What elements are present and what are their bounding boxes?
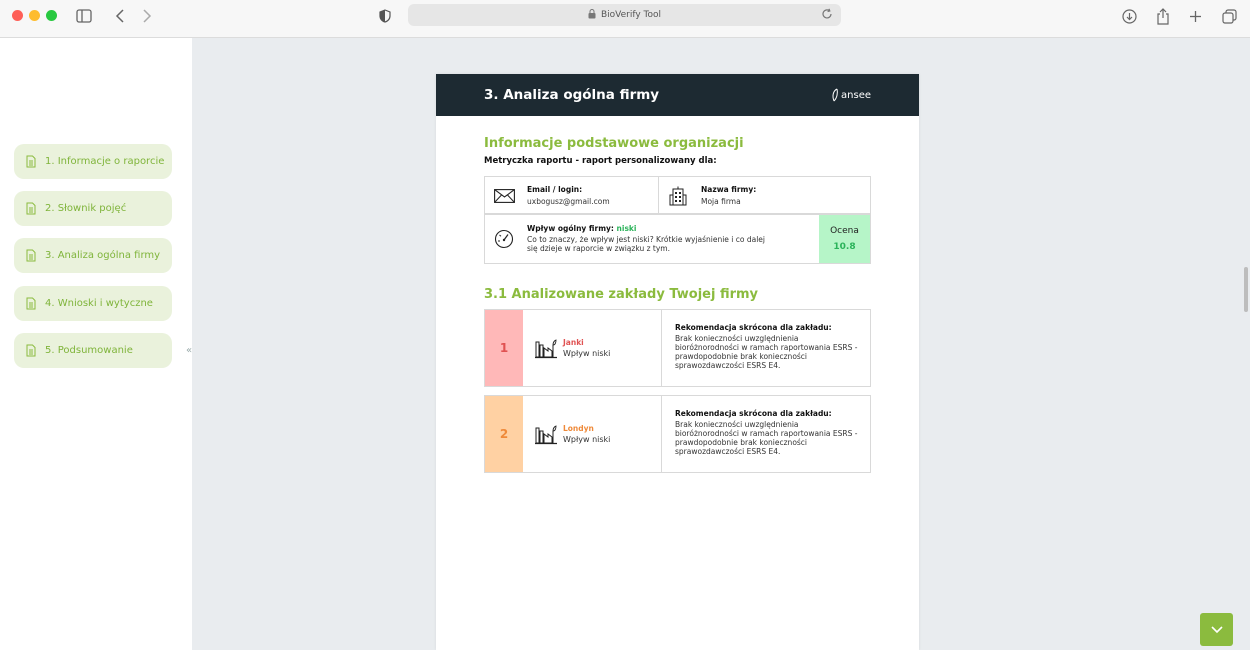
- scrollbar-thumb[interactable]: [1244, 267, 1248, 312]
- document-icon: [26, 297, 36, 310]
- document-icon: [26, 155, 36, 168]
- impact-card: Wpływ ogólny firmy: niski Co to znaczy, …: [484, 214, 871, 264]
- report-header: 3. Analiza ogólna firmy ansee: [436, 74, 919, 116]
- back-icon[interactable]: [115, 5, 125, 27]
- tab-overview-icon[interactable]: [1222, 5, 1237, 27]
- sidebar-item-podsumowanie[interactable]: 5. Podsumowanie: [14, 333, 172, 368]
- envelope-icon: [494, 189, 515, 203]
- document-icon: [26, 249, 36, 262]
- privacy-shield-icon[interactable]: [379, 5, 391, 27]
- plant-name: Janki: [563, 338, 584, 347]
- leaf-logo-icon: [832, 88, 838, 102]
- sidebar-item-slownik[interactable]: 2. Słownik pojęć: [14, 191, 172, 226]
- sidebar-item-label: 5. Podsumowanie: [45, 345, 133, 356]
- sidebar: 1. Informacje o raporcie 2. Słownik poję…: [0, 38, 192, 650]
- recommendation-text: Brak konieczności uwzględnienia bioróżno…: [675, 420, 858, 456]
- company-label: Nazwa firmy:: [701, 185, 757, 194]
- chevron-down-icon: [1210, 625, 1223, 633]
- sidebar-item-label: 4. Wnioski i wytyczne: [45, 298, 153, 309]
- score-value: 10.8: [833, 242, 856, 252]
- sidebar-item-analiza[interactable]: 3. Analiza ogólna firmy: [14, 238, 172, 273]
- forward-icon[interactable]: [142, 5, 152, 27]
- share-icon[interactable]: [1156, 5, 1170, 27]
- gauge-icon: [494, 229, 514, 249]
- plant-number: 2: [485, 396, 523, 472]
- section-title: Informacje podstawowe organizacji: [484, 136, 744, 151]
- document-icon: [26, 344, 36, 357]
- maximize-window-button[interactable]: [46, 10, 57, 21]
- sidebar-toggle-icon[interactable]: [76, 5, 92, 27]
- score-label: Ocena: [830, 226, 859, 236]
- metric-line: Metryczka raportu - raport personalizowa…: [484, 156, 717, 166]
- recommendation-title: Rekomendacja skrócona dla zakładu:: [675, 323, 832, 332]
- plant-row: 2 Londyn Wpływ niski Rekomendacja skróco…: [484, 395, 871, 473]
- recommendation-title: Rekomendacja skrócona dla zakładu:: [675, 409, 832, 418]
- company-value: Moja firma: [701, 197, 741, 206]
- document-icon: [26, 202, 36, 215]
- sidebar-item-label: 1. Informacje o raporcie: [45, 156, 165, 167]
- address-text: BioVerify Tool: [600, 10, 662, 20]
- close-window-button[interactable]: [12, 10, 23, 21]
- new-tab-icon[interactable]: [1189, 5, 1202, 27]
- plant-number: 1: [485, 310, 523, 386]
- building-icon: [669, 186, 687, 206]
- factory-icon: [535, 339, 557, 359]
- scroll-down-button[interactable]: [1200, 613, 1233, 646]
- company-card: Nazwa firmy: Moja firma: [658, 176, 871, 214]
- factory-icon: [535, 425, 557, 445]
- recommendation-text: Brak konieczności uwzględnienia bioróżno…: [675, 334, 858, 370]
- plant-impact: Wpływ niski: [563, 435, 611, 444]
- email-card: Email / login: uxbogusz@gmail.com: [484, 176, 659, 214]
- plant-row: 1 Janki Wpływ niski Rekomendacja skrócon…: [484, 309, 871, 387]
- lock-icon: [588, 8, 596, 22]
- minimize-window-button[interactable]: [29, 10, 40, 21]
- impact-description: Co to znaczy, że wpływ jest niski? Krótk…: [527, 235, 766, 253]
- section-title-plants: 3.1 Analizowane zakłady Twojej firmy: [484, 287, 759, 302]
- plant-impact: Wpływ niski: [563, 349, 611, 358]
- sidebar-item-label: 2. Słownik pojęć: [45, 203, 127, 214]
- report-page: 3. Analiza ogólna firmy ansee Informacje…: [436, 74, 919, 650]
- impact-label: Wpływ ogólny firmy:: [527, 224, 614, 233]
- browser-toolbar: BioVerify Tool: [0, 0, 1250, 38]
- impact-value: niski: [616, 224, 637, 233]
- collapse-sidebar-icon[interactable]: «: [186, 345, 192, 356]
- sidebar-item-wnioski[interactable]: 4. Wnioski i wytyczne: [14, 286, 172, 321]
- ansee-logo: ansee: [831, 88, 871, 102]
- email-label: Email / login:: [527, 185, 583, 194]
- reload-icon[interactable]: [821, 8, 833, 23]
- report-content: Informacje podstawowe organizacji Metryc…: [436, 116, 919, 166]
- plant-name: Londyn: [563, 424, 594, 433]
- sidebar-item-informacje[interactable]: 1. Informacje o raporcie: [14, 144, 172, 179]
- sidebar-item-label: 3. Analiza ogólna firmy: [45, 250, 161, 261]
- email-value: uxbogusz@gmail.com: [527, 197, 610, 206]
- page-title: 3. Analiza ogólna firmy: [484, 87, 660, 103]
- address-bar[interactable]: BioVerify Tool: [408, 4, 841, 26]
- download-icon[interactable]: [1122, 5, 1137, 27]
- score-box: Ocena 10.8: [819, 215, 870, 263]
